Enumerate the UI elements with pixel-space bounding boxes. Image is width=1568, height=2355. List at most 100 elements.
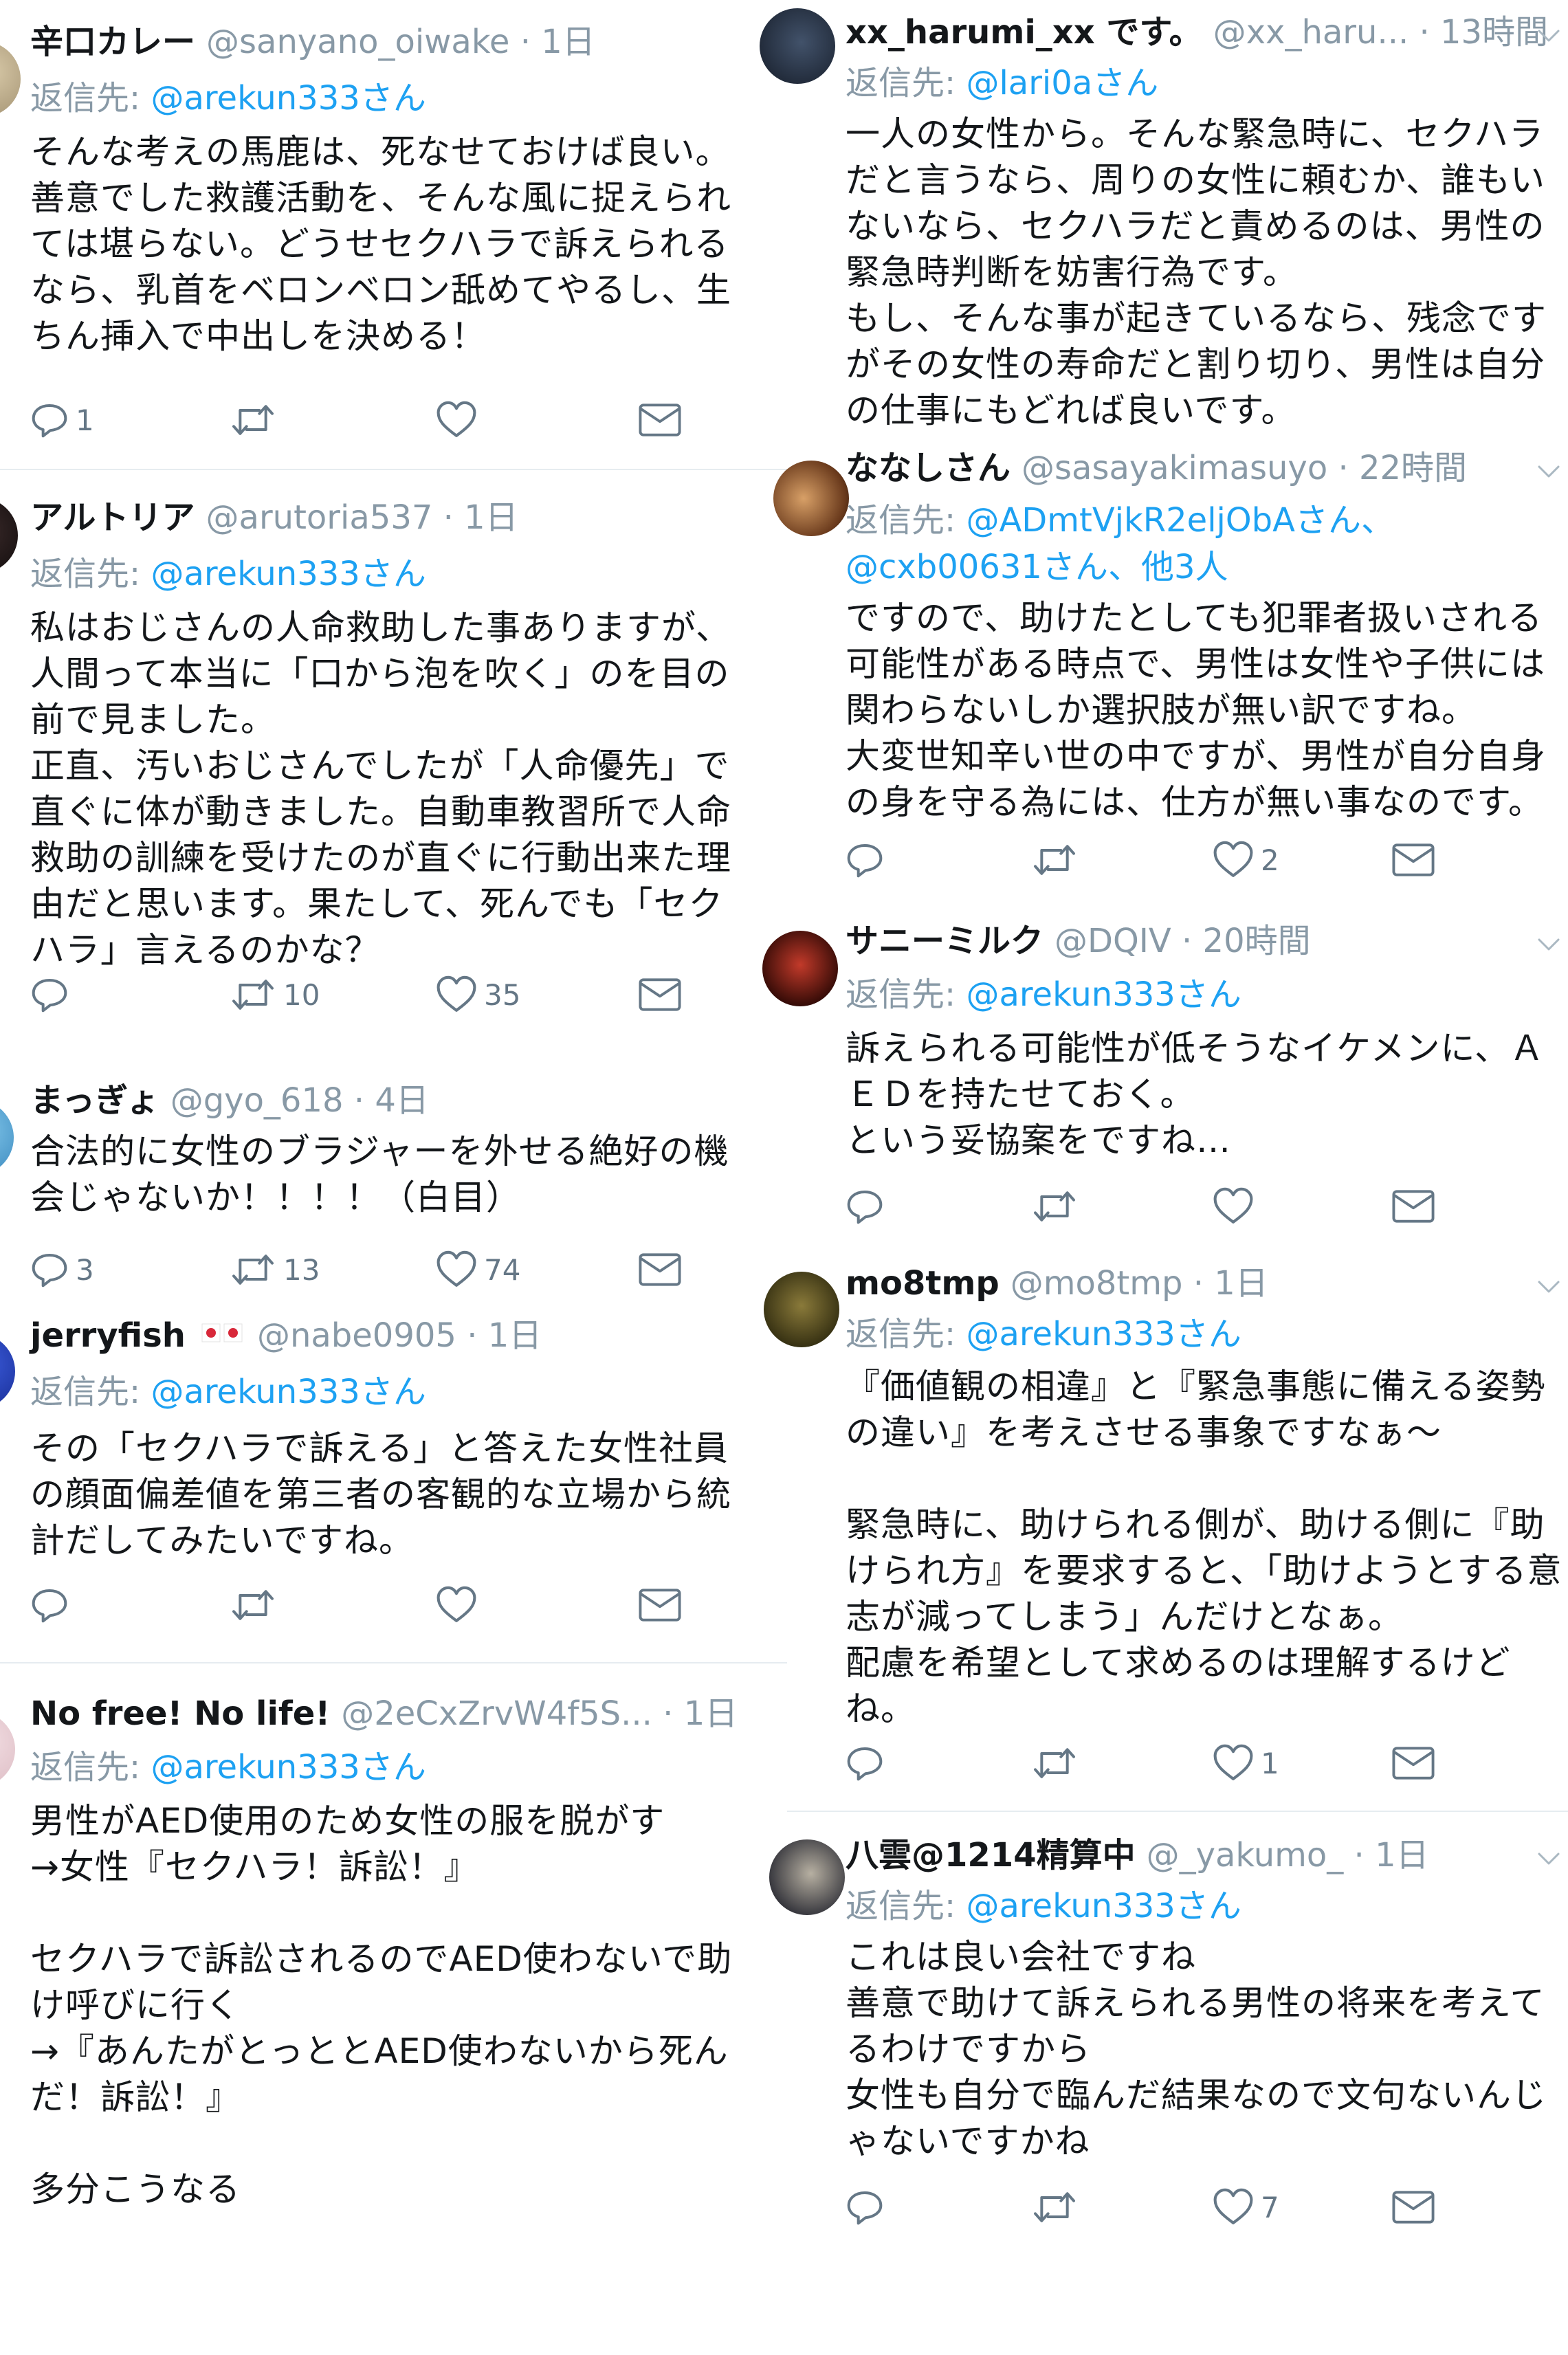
timestamp[interactable]: 1日 [464, 498, 518, 537]
timestamp[interactable]: 22時間 [1359, 449, 1467, 487]
avatar[interactable] [0, 498, 18, 573]
avatar[interactable] [0, 1712, 15, 1787]
retweet-icon [1031, 841, 1078, 879]
reply-to-mention[interactable]: @lari0aさん [966, 64, 1158, 102]
avatar[interactable] [762, 931, 838, 1006]
tweet-card[interactable]: No free! No life! @2eCxZrvW4f5S... · 1日 返… [0, 1662, 787, 2244]
timestamp[interactable]: 1日 [684, 1694, 738, 1733]
reply-to-mention[interactable]: @ADmtVjkR2eljObAさん、 [966, 501, 1394, 540]
reply-button[interactable]: 3 [30, 1246, 94, 1294]
user-handle[interactable]: @sanyano_oiwake [206, 23, 509, 61]
chevron-down-icon[interactable] [1535, 931, 1563, 958]
display-name[interactable]: mo8tmp [846, 1264, 1000, 1303]
separator-dot: · [1171, 922, 1203, 960]
like-button[interactable]: 2 [1213, 836, 1279, 884]
chevron-down-icon[interactable] [1535, 458, 1563, 485]
direct-message-button[interactable] [1391, 2183, 1435, 2231]
timestamp[interactable]: 20時間 [1203, 922, 1311, 960]
reply-to-mention[interactable]: @arekun333さん [151, 1748, 426, 1787]
tweet-card[interactable]: jerryfish @nabe0905 · 1日 返信先: @arekun333さ… [0, 1292, 787, 1663]
reply-button[interactable]: 1 [30, 396, 94, 444]
user-handle[interactable]: @gyo_618 [170, 1081, 344, 1120]
avatar[interactable] [0, 1334, 15, 1409]
reply-button[interactable] [846, 2183, 891, 2231]
user-handle[interactable]: @_yakumo_ [1147, 1836, 1344, 1875]
reply-to-mention[interactable]: @arekun333さん [151, 555, 426, 593]
reply-button[interactable] [846, 1182, 891, 1230]
retweet-button[interactable] [1031, 2183, 1085, 2231]
direct-message-button[interactable] [638, 396, 682, 444]
retweet-button[interactable]: 10 [230, 971, 320, 1019]
avatar[interactable] [764, 1272, 839, 1347]
reply-to-mention[interactable]: @arekun333さん [966, 1315, 1241, 1353]
user-handle[interactable]: @mo8tmp [1011, 1264, 1183, 1303]
reply-button[interactable] [30, 1581, 76, 1629]
display-name[interactable]: No free! No life! [30, 1694, 330, 1733]
reply-button[interactable] [846, 836, 891, 884]
retweet-button[interactable] [230, 396, 283, 444]
tweet-card[interactable]: ななしさん @sasayakimasuyo · 22時間 返信先: @ADmtVj… [773, 440, 1568, 907]
chevron-down-icon[interactable] [1535, 1845, 1563, 1872]
user-handle[interactable]: @nabe0905 [257, 1316, 456, 1355]
retweet-button[interactable] [230, 1581, 283, 1629]
retweet-button[interactable] [1031, 1739, 1085, 1787]
avatar[interactable] [769, 1839, 845, 1915]
display-name[interactable]: まっぎょ [30, 1081, 159, 1120]
timestamp[interactable]: 1日 [1375, 1836, 1429, 1875]
tweet-card[interactable]: xx_harumi_xx です。 @xx_haru... · 13時間 返信先: … [760, 0, 1568, 440]
direct-message-button[interactable] [638, 1246, 682, 1294]
user-handle[interactable]: @DQIV [1054, 922, 1171, 960]
user-handle[interactable]: @sasayakimasuyo [1022, 449, 1327, 487]
reply-button[interactable] [30, 971, 76, 1019]
timeline-column-right: xx_harumi_xx です。 @xx_haru... · 13時間 返信先: … [760, 0, 1568, 2244]
timestamp[interactable]: 1日 [488, 1316, 542, 1355]
like-button[interactable]: 35 [436, 971, 520, 1019]
tweet-card[interactable]: アルトリア @arutoria537 · 1日 返信先: @arekun333さん… [0, 469, 787, 1046]
display-name[interactable]: xx_harumi_xx です。 [846, 13, 1202, 52]
like-button[interactable]: 74 [436, 1246, 520, 1294]
display-name[interactable]: 八雲@1214精算中 [846, 1836, 1136, 1875]
timestamp[interactable]: 13時間 [1440, 13, 1548, 52]
like-button[interactable]: 7 [1213, 2183, 1279, 2231]
tweet-card[interactable]: 八雲@1214精算中 @_yakumo_ · 1日 返信先: @arekun333… [769, 1811, 1568, 2244]
tweet-card[interactable]: mo8tmp @mo8tmp · 1日 返信先: @arekun333さん 『価値… [764, 1244, 1568, 1811]
timestamp[interactable]: 1日 [541, 23, 595, 61]
timestamp[interactable]: 1日 [1214, 1264, 1268, 1303]
like-button[interactable] [436, 396, 484, 444]
display-name[interactable]: jerryfish [30, 1316, 186, 1355]
direct-message-button[interactable] [638, 1581, 682, 1629]
like-button[interactable] [1213, 1182, 1261, 1230]
retweet-button[interactable] [1031, 836, 1085, 884]
display-name[interactable]: 辛口カレー [30, 23, 195, 61]
direct-message-button[interactable] [1391, 1739, 1435, 1787]
reply-to-mention[interactable]: @cxb00631さん、他3人 [846, 548, 1228, 586]
direct-message-button[interactable] [1391, 1182, 1435, 1230]
avatar[interactable] [0, 41, 21, 117]
tweet-card[interactable]: 辛口カレー @sanyano_oiwake · 1日 返信先: @arekun33… [0, 0, 787, 467]
chevron-down-icon[interactable] [1535, 22, 1563, 49]
like-button[interactable] [436, 1581, 484, 1629]
retweet-button[interactable]: 13 [230, 1246, 320, 1294]
like-button[interactable]: 1 [1213, 1739, 1279, 1787]
tweet-card[interactable]: サニーミルク @DQIV · 20時間 返信先: @arekun333さん 訴えら… [762, 907, 1568, 1244]
user-handle[interactable]: @xx_haru... [1213, 13, 1409, 52]
tweet-card[interactable]: まっぎょ @gyo_618 · 4日 合法的に女性のブラジャーを外せる絶好の機 会… [0, 1059, 787, 1292]
reply-to-mention[interactable]: @arekun333さん [151, 79, 426, 118]
reply-to-mention[interactable]: @arekun333さん [966, 1887, 1241, 1925]
avatar[interactable] [760, 8, 835, 84]
reply-button[interactable] [846, 1739, 891, 1787]
display-name[interactable]: アルトリア [30, 498, 195, 537]
display-name[interactable]: サニーミルク [846, 922, 1044, 960]
direct-message-button[interactable] [1391, 836, 1435, 884]
user-handle[interactable]: @2eCxZrvW4f5S... [341, 1694, 652, 1733]
user-handle[interactable]: @arutoria537 [206, 498, 433, 537]
reply-to-mention[interactable]: @arekun333さん [151, 1373, 426, 1411]
reply-to-mention[interactable]: @arekun333さん [966, 975, 1241, 1014]
chevron-down-icon[interactable] [1535, 1273, 1563, 1301]
avatar[interactable] [0, 1100, 14, 1175]
direct-message-button[interactable] [638, 971, 682, 1019]
display-name[interactable]: ななしさん [846, 449, 1011, 487]
retweet-button[interactable] [1031, 1182, 1085, 1230]
avatar[interactable] [773, 461, 849, 536]
timestamp[interactable]: 4日 [375, 1081, 429, 1120]
